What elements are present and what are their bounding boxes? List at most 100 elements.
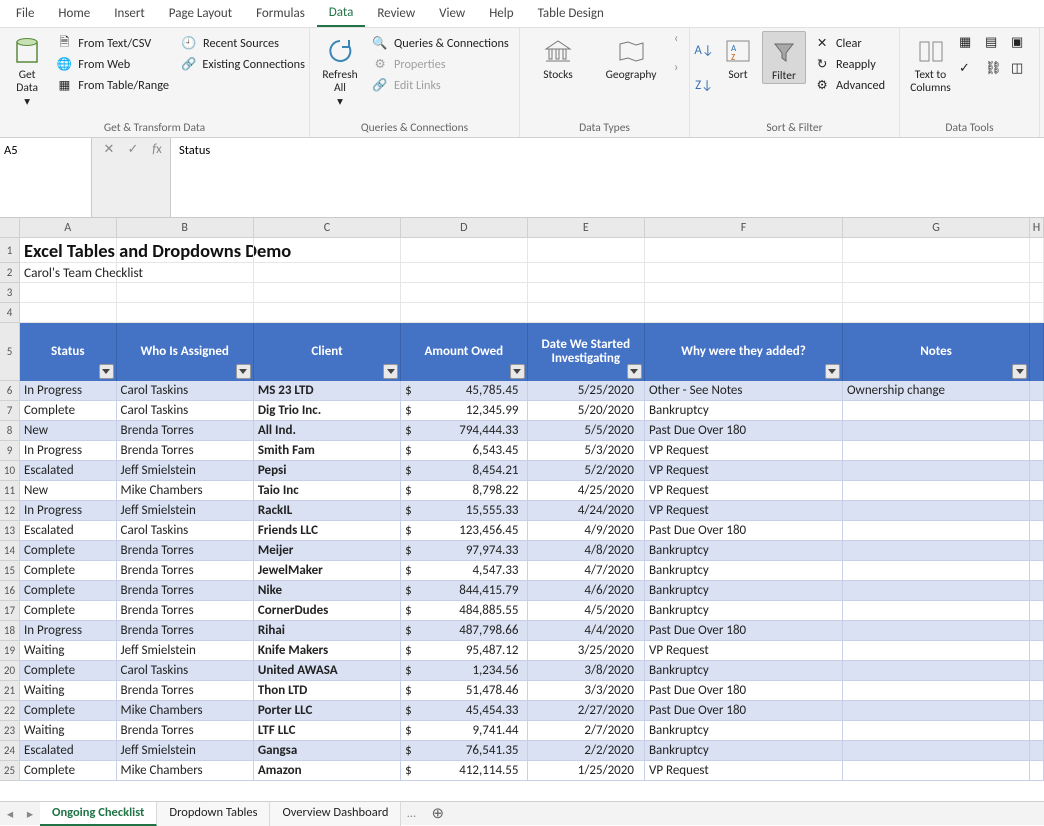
cell[interactable]: Complete: [20, 701, 117, 721]
cell[interactable]: Bankruptcy: [645, 601, 843, 621]
cell[interactable]: 4/24/2020: [528, 501, 645, 521]
table-header[interactable]: Why were they added?: [645, 323, 843, 381]
row-header[interactable]: 21: [0, 681, 20, 701]
cell[interactable]: [843, 641, 1030, 661]
cancel-icon[interactable]: ✕: [102, 142, 116, 157]
cell[interactable]: VP Request: [645, 461, 843, 481]
cell[interactable]: Bankruptcy: [645, 561, 843, 581]
cell[interactable]: Thon LTD: [254, 681, 401, 701]
cmd-from-text-csv[interactable]: 🗎From Text/CSV: [52, 33, 173, 53]
cell[interactable]: 4/5/2020: [528, 601, 645, 621]
table-header[interactable]: Who Is Assigned: [117, 323, 254, 381]
cmd-from-web[interactable]: 🌐From Web: [52, 54, 173, 74]
cell[interactable]: [843, 238, 1030, 263]
menu-tab-help[interactable]: Help: [477, 1, 525, 26]
cell[interactable]: $844,415.79: [401, 581, 527, 601]
cell[interactable]: 3/25/2020: [528, 641, 645, 661]
cell[interactable]: 4/6/2020: [528, 581, 645, 601]
cell[interactable]: 5/5/2020: [528, 421, 645, 441]
cell[interactable]: Smith Fam: [254, 441, 401, 461]
cell[interactable]: Brenda Torres: [117, 441, 254, 461]
cell[interactable]: $412,114.55: [401, 761, 527, 781]
cmd-advanced[interactable]: ⚙Advanced: [810, 75, 889, 95]
cell[interactable]: Complete: [20, 401, 117, 421]
chevron-right-icon[interactable]: ›: [674, 60, 678, 75]
row-header[interactable]: 15: [0, 561, 20, 581]
cell[interactable]: Carol's Team Checklist: [20, 263, 117, 283]
cell[interactable]: $487,798.66: [401, 621, 527, 641]
fx-icon[interactable]: fx: [150, 142, 164, 157]
cell[interactable]: Brenda Torres: [117, 581, 254, 601]
row-header[interactable]: 12: [0, 501, 20, 521]
cell[interactable]: [1030, 761, 1044, 781]
cell[interactable]: [1030, 481, 1044, 501]
cell[interactable]: [843, 303, 1030, 323]
cell[interactable]: Complete: [20, 661, 117, 681]
cell[interactable]: Brenda Torres: [117, 621, 254, 641]
cell[interactable]: [117, 263, 254, 283]
cell[interactable]: [528, 283, 645, 303]
cell[interactable]: [843, 681, 1030, 701]
cell[interactable]: Complete: [20, 601, 117, 621]
row-header[interactable]: 14: [0, 541, 20, 561]
cell[interactable]: [1030, 283, 1044, 303]
cell[interactable]: [528, 303, 645, 323]
sort-asc-icon[interactable]: A↓: [696, 42, 712, 58]
cell[interactable]: [1030, 701, 1044, 721]
cell[interactable]: [843, 481, 1030, 501]
menu-tab-formulas[interactable]: Formulas: [244, 1, 317, 26]
cell[interactable]: $1,234.56: [401, 661, 527, 681]
cell[interactable]: Friends LLC: [254, 521, 401, 541]
cell[interactable]: Escalated: [20, 741, 117, 761]
filter-dropdown-icon[interactable]: [383, 364, 398, 379]
sort-desc-icon[interactable]: Z↓: [696, 78, 712, 94]
cell[interactable]: VP Request: [645, 501, 843, 521]
cell[interactable]: 4/7/2020: [528, 561, 645, 581]
col-header-F[interactable]: F: [645, 218, 843, 238]
filter-button[interactable]: Filter: [762, 31, 806, 84]
cell[interactable]: Brenda Torres: [117, 561, 254, 581]
cell[interactable]: [1030, 303, 1044, 323]
cell[interactable]: 5/25/2020: [528, 381, 645, 401]
cell[interactable]: Brenda Torres: [117, 681, 254, 701]
cell[interactable]: $95,487.12: [401, 641, 527, 661]
cell[interactable]: 1/25/2020: [528, 761, 645, 781]
cell[interactable]: [843, 541, 1030, 561]
cell[interactable]: Jeff Smielstein: [117, 501, 254, 521]
cell[interactable]: [843, 461, 1030, 481]
cell[interactable]: Amazon: [254, 761, 401, 781]
cmd-existing-connections[interactable]: 🔗Existing Connections: [177, 54, 303, 74]
cell[interactable]: [1030, 721, 1044, 741]
cell[interactable]: In Progress: [20, 381, 117, 401]
cell[interactable]: $123,456.45: [401, 521, 527, 541]
table-header[interactable]: Date We Started Investigating: [528, 323, 645, 381]
cell[interactable]: [1030, 401, 1044, 421]
cell[interactable]: 5/3/2020: [528, 441, 645, 461]
accept-icon[interactable]: ✓: [126, 142, 140, 157]
cell[interactable]: [1030, 621, 1044, 641]
cell[interactable]: In Progress: [20, 441, 117, 461]
cell[interactable]: [843, 421, 1030, 441]
cell[interactable]: LTF LLC: [254, 721, 401, 741]
cell[interactable]: [20, 283, 117, 303]
menu-tab-view[interactable]: View: [427, 1, 477, 26]
cell[interactable]: Complete: [20, 541, 117, 561]
cell[interactable]: Bankruptcy: [645, 721, 843, 741]
cell[interactable]: [1030, 461, 1044, 481]
cell[interactable]: 4/4/2020: [528, 621, 645, 641]
cell[interactable]: [843, 761, 1030, 781]
cell[interactable]: Rihai: [254, 621, 401, 641]
cell[interactable]: $12,345.99: [401, 401, 527, 421]
cell[interactable]: New: [20, 481, 117, 501]
cell[interactable]: [843, 283, 1030, 303]
menu-tab-insert[interactable]: Insert: [102, 1, 157, 26]
cell[interactable]: $9,741.44: [401, 721, 527, 741]
filter-dropdown-icon[interactable]: [1012, 364, 1027, 379]
cell[interactable]: Bankruptcy: [645, 741, 843, 761]
cmd-clear[interactable]: ✕Clear: [810, 33, 889, 53]
row-header[interactable]: 9: [0, 441, 20, 461]
row-header[interactable]: 4: [0, 303, 20, 323]
cell[interactable]: 4/8/2020: [528, 541, 645, 561]
filter-dropdown-icon[interactable]: [825, 364, 840, 379]
cell[interactable]: $45,454.33: [401, 701, 527, 721]
